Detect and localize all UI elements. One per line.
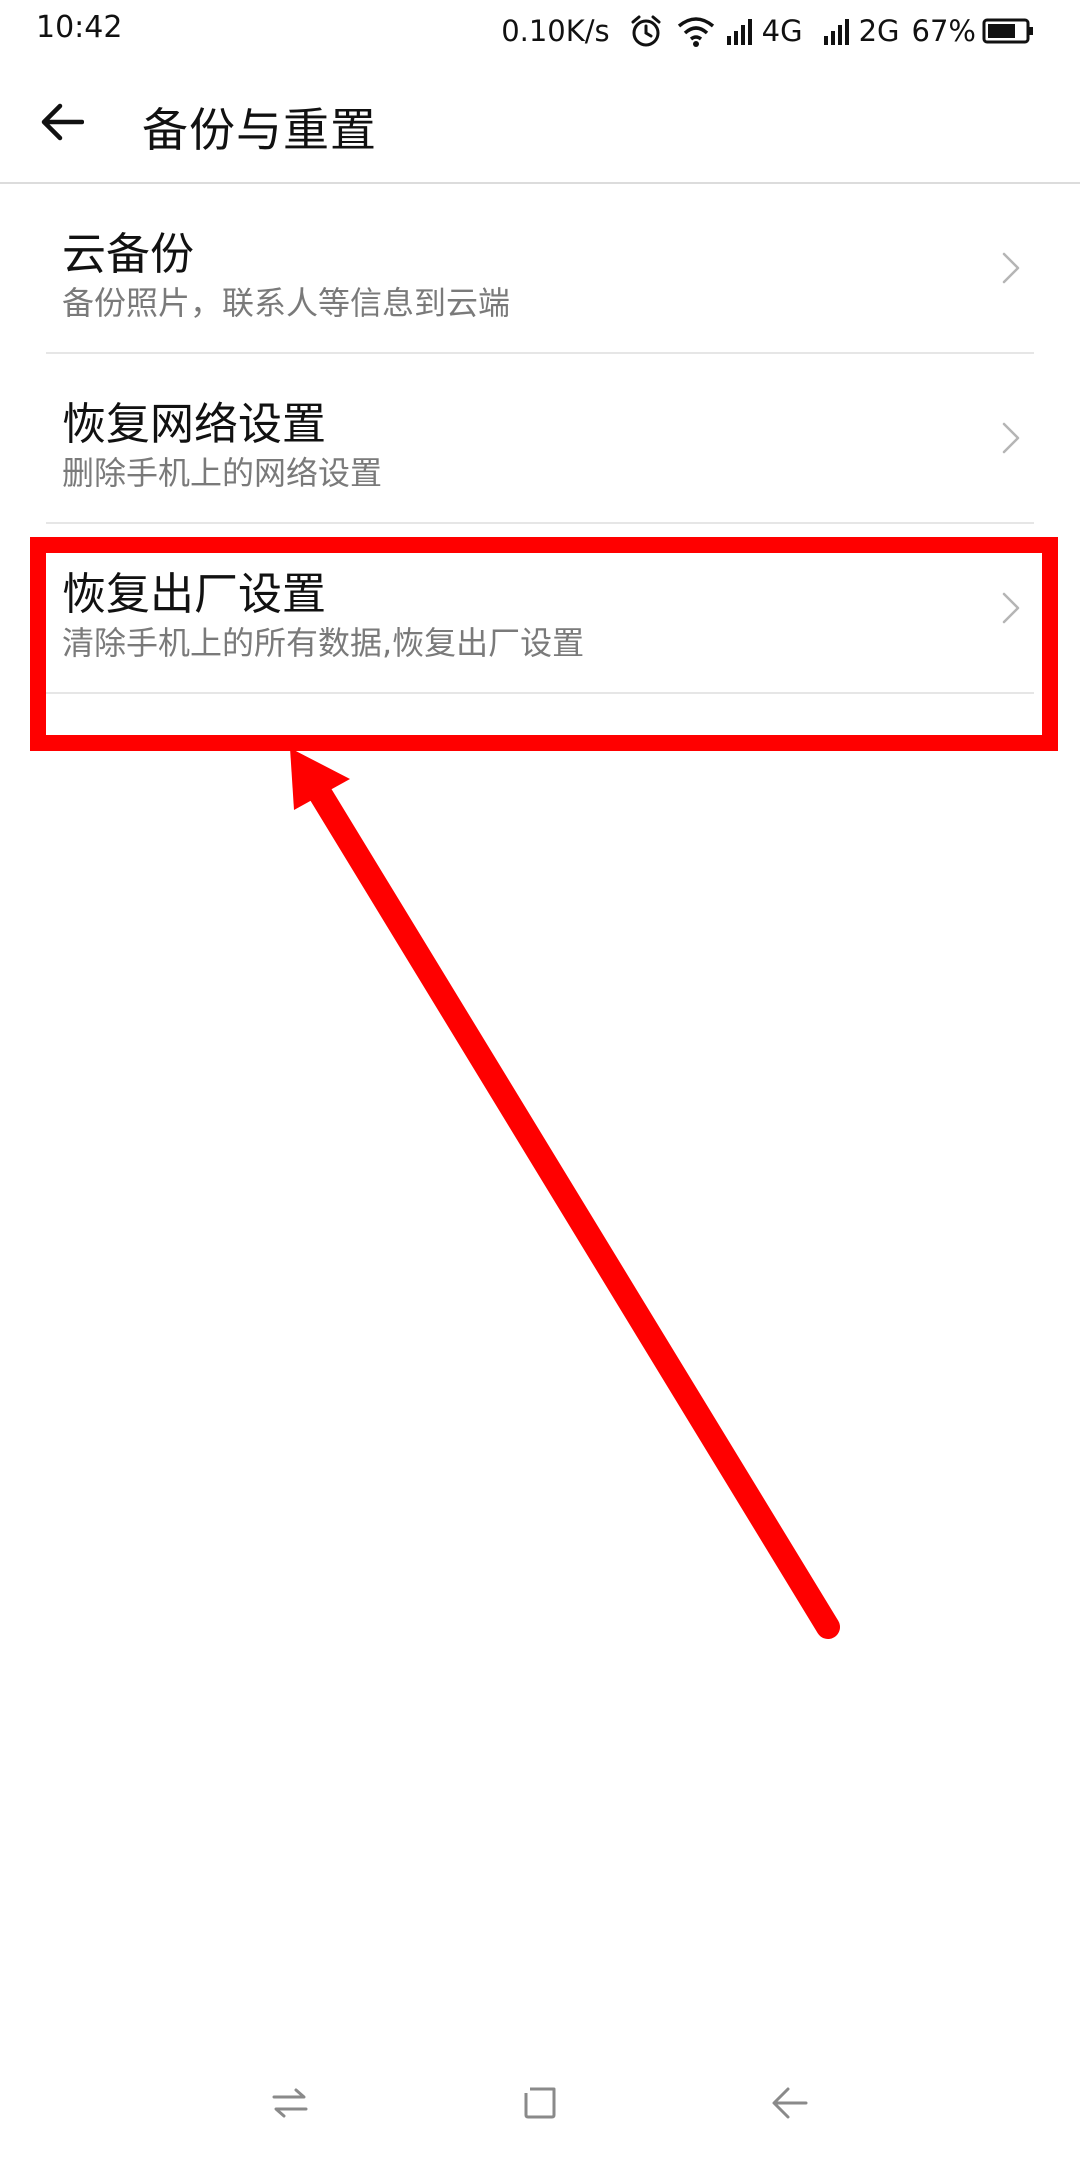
- back-nav-button[interactable]: [760, 2078, 820, 2128]
- list-item-reset-network[interactable]: 恢复网络设置 删除手机上的网络设置: [46, 354, 1034, 524]
- network-type-2: 2G: [858, 14, 900, 48]
- page-title: 备份与重置: [142, 103, 377, 157]
- item-description: 备份照片，联系人等信息到云端: [62, 284, 511, 322]
- battery-percent: 67%: [911, 14, 976, 48]
- status-time: 10:42: [36, 10, 123, 45]
- annotation-arrow-shaft: [306, 778, 840, 1639]
- signal-icon: [726, 16, 756, 46]
- chevron-right-icon: [1002, 422, 1020, 454]
- home-button[interactable]: [510, 2078, 570, 2128]
- status-indicators: 0.10K/s 4G 2G 67%: [501, 12, 1036, 50]
- back-icon: [772, 2087, 808, 2119]
- arrow-left-icon: [41, 103, 84, 141]
- network-type-1: 4G: [761, 14, 803, 48]
- list-item-cloud-backup[interactable]: 云备份 备份照片，联系人等信息到云端: [46, 184, 1034, 354]
- annotation-arrow-head: [290, 748, 350, 810]
- battery-icon: [982, 16, 1036, 46]
- item-description: 清除手机上的所有数据,恢复出厂设置: [62, 624, 585, 662]
- alarm-icon: [628, 13, 664, 49]
- item-title: 云备份: [62, 229, 194, 280]
- chevron-right-icon: [1002, 592, 1020, 624]
- chevron-right-icon: [1002, 252, 1020, 284]
- navigation-bar: [0, 2050, 1080, 2160]
- list-item-factory-reset[interactable]: 恢复出厂设置 清除手机上的所有数据,恢复出厂设置: [46, 524, 1034, 694]
- back-button[interactable]: [30, 90, 94, 154]
- wifi-icon: [676, 14, 716, 48]
- home-icon: [524, 2087, 556, 2119]
- switch-apps-icon: [272, 2088, 308, 2118]
- item-description: 删除手机上的网络设置: [62, 454, 383, 492]
- recent-apps-button[interactable]: [260, 2078, 320, 2128]
- status-bar: 10:42 0.10K/s 4G 2G 67%: [0, 0, 1080, 62]
- settings-list: 云备份 备份照片，联系人等信息到云端 恢复网络设置 删除手机上的网络设置 恢复出…: [0, 184, 1080, 694]
- item-title: 恢复网络设置: [62, 399, 326, 450]
- network-speed: 0.10K/s: [501, 14, 610, 48]
- signal-icon: [823, 16, 853, 46]
- app-bar: 备份与重置: [0, 62, 1080, 184]
- item-title: 恢复出厂设置: [62, 569, 326, 620]
